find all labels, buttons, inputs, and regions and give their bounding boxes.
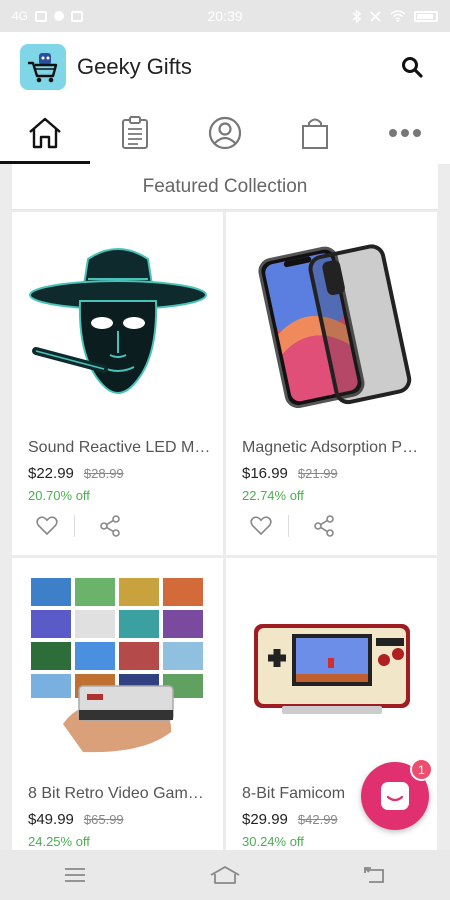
alarm-icon — [370, 10, 381, 22]
menu-button[interactable] — [55, 860, 95, 890]
wifi-icon — [390, 10, 406, 22]
home-icon — [29, 117, 61, 149]
app-screen: 4G 20:39 Geeky Gifts Featured Collection… — [0, 0, 450, 900]
app-title: Geeky Gifts — [77, 54, 192, 79]
heart-icon — [250, 516, 272, 536]
app-header: Geeky Gifts — [0, 32, 450, 102]
product-image[interactable] — [226, 212, 437, 434]
tab-bar — [0, 102, 450, 164]
sim-icon — [35, 10, 48, 22]
search-button[interactable] — [394, 49, 430, 85]
main-content[interactable]: Featured Collection Sound Reactive LED M… — [0, 164, 450, 850]
tab-home[interactable] — [0, 102, 90, 164]
product-discount: 22.74% off — [242, 488, 304, 503]
carrier-label: 4G — [12, 9, 29, 23]
product-price: $16.99 — [242, 465, 288, 482]
tab-cart[interactable] — [270, 102, 360, 164]
tab-orders[interactable] — [90, 102, 180, 164]
bluetooth-icon — [352, 9, 361, 23]
clipboard-icon — [122, 116, 148, 149]
action-divider — [288, 515, 289, 537]
chat-badge: 1 — [410, 758, 433, 781]
product-price: $49.99 — [28, 811, 74, 828]
cart-logo-icon — [28, 53, 58, 83]
user-icon — [208, 116, 242, 150]
share-button[interactable] — [97, 513, 123, 539]
heart-icon — [36, 516, 58, 536]
product-discount: 30.24% off — [242, 834, 304, 849]
system-nav-bar — [0, 850, 450, 900]
menu-icon — [65, 868, 85, 882]
product-title[interactable]: Magnetic Adsorption Phone Case — [242, 439, 426, 457]
action-divider — [74, 515, 75, 537]
notification-icon — [54, 11, 65, 21]
phone-case-image — [257, 244, 411, 408]
share-icon — [314, 515, 334, 537]
retro-console-image — [30, 578, 203, 753]
home-button[interactable] — [205, 860, 245, 890]
product-discount: 24.25% off — [28, 834, 90, 849]
product-old-price: $65.99 — [83, 812, 124, 827]
section-title: Featured Collection — [12, 164, 438, 210]
product-title[interactable]: 8 Bit Retro Video Game Console — [28, 785, 212, 803]
tab-account[interactable] — [180, 102, 270, 164]
battery-icon — [414, 10, 438, 22]
back-icon — [364, 867, 384, 883]
product-old-price: $28.99 — [83, 466, 124, 481]
app-logo — [20, 44, 66, 90]
chat-icon — [381, 782, 409, 810]
tab-more[interactable] — [360, 102, 450, 164]
product-actions — [248, 513, 437, 539]
chat-button[interactable]: 1 — [361, 758, 433, 830]
search-icon — [402, 57, 423, 78]
status-bar: 4G 20:39 — [0, 0, 450, 32]
status-time: 20:39 — [207, 8, 243, 24]
more-icon — [389, 129, 421, 137]
price-row: $49.99 $65.99 — [28, 811, 223, 828]
product-image[interactable] — [12, 212, 223, 434]
share-icon — [100, 515, 120, 537]
status-left: 4G — [12, 9, 84, 23]
app-notification-icon — [71, 10, 84, 22]
product-actions — [34, 513, 223, 539]
price-row: $22.99 $28.99 — [28, 465, 223, 482]
product-price: $22.99 — [28, 465, 74, 482]
product-discount: 20.70% off — [28, 488, 90, 503]
status-right — [352, 9, 438, 23]
product-card[interactable]: 8 Bit Retro Video Game Console $49.99 $6… — [12, 558, 223, 850]
product-image[interactable] — [12, 558, 223, 780]
product-image[interactable] — [226, 558, 437, 780]
price-row: $16.99 $21.99 — [242, 465, 437, 482]
product-card[interactable]: Magnetic Adsorption Phone Case $16.99 $2… — [226, 212, 437, 555]
product-card[interactable]: Sound Reactive LED Mask $22.99 $28.99 20… — [12, 212, 223, 555]
product-old-price: $42.99 — [297, 812, 338, 827]
bag-icon — [302, 118, 328, 149]
back-button[interactable] — [355, 860, 395, 890]
wishlist-button[interactable] — [248, 513, 274, 539]
led-mask-image — [28, 248, 207, 394]
home-nav-icon — [210, 866, 240, 884]
product-title[interactable]: Sound Reactive LED Mask — [28, 439, 212, 457]
product-grid: Sound Reactive LED Mask $22.99 $28.99 20… — [12, 212, 438, 850]
product-old-price: $21.99 — [297, 466, 338, 481]
wishlist-button[interactable] — [34, 513, 60, 539]
product-price: $29.99 — [242, 811, 288, 828]
famicom-handheld-image — [253, 624, 410, 714]
share-button[interactable] — [311, 513, 337, 539]
